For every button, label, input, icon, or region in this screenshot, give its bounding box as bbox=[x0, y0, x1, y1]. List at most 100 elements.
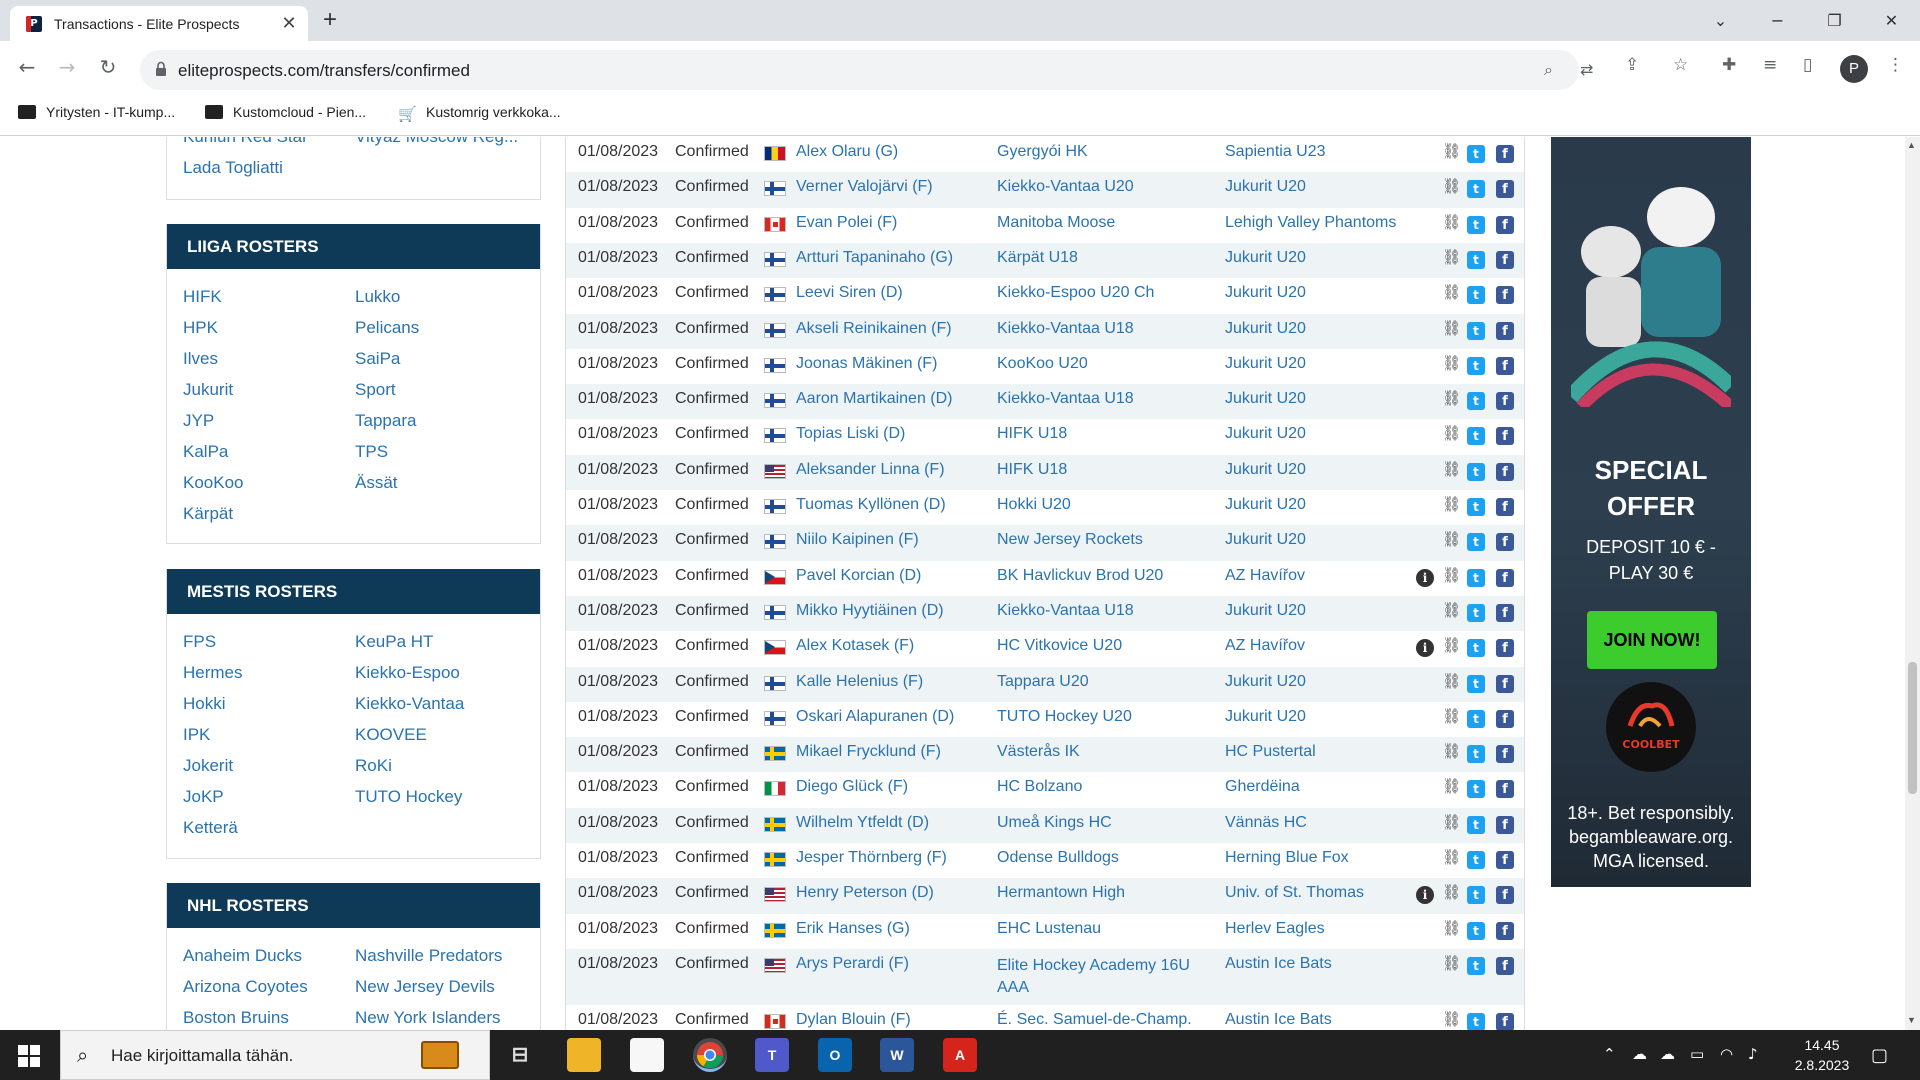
facebook-share-icon[interactable]: f bbox=[1496, 886, 1514, 905]
twitter-share-icon[interactable]: t bbox=[1467, 180, 1485, 199]
to-team-link[interactable]: Jukurit U20 bbox=[1225, 461, 1306, 479]
team-link[interactable]: Boston Bruins bbox=[183, 1008, 289, 1028]
info-icon[interactable]: i bbox=[1416, 886, 1434, 905]
to-team-link[interactable]: Jukurit U20 bbox=[1225, 249, 1306, 267]
twitter-share-icon[interactable]: t bbox=[1467, 427, 1485, 446]
from-team-link[interactable]: Kiekko-Vantaa U20 bbox=[997, 178, 1134, 196]
facebook-share-icon[interactable]: f bbox=[1496, 145, 1514, 163]
twitter-share-icon[interactable]: t bbox=[1467, 709, 1485, 728]
player-link[interactable]: Verner Valojärvi (F) bbox=[796, 178, 933, 196]
team-link[interactable]: KalPa bbox=[183, 442, 228, 462]
team-link[interactable]: New York Islanders bbox=[355, 1008, 501, 1028]
from-team-link[interactable]: Kiekko-Vantaa U18 bbox=[997, 390, 1134, 408]
twitter-share-icon[interactable]: t bbox=[1467, 462, 1485, 481]
player-link[interactable]: Niilo Kaipinen (F) bbox=[796, 531, 919, 549]
link-icon[interactable]: ⛓ bbox=[1442, 424, 1461, 442]
twitter-share-icon[interactable]: t bbox=[1467, 851, 1485, 869]
word-icon[interactable]: W bbox=[880, 1038, 914, 1072]
team-link[interactable]: IPK bbox=[183, 725, 210, 745]
from-team-link[interactable]: HIFK U18 bbox=[997, 461, 1067, 479]
player-link[interactable]: Joonas Mäkinen (F) bbox=[796, 355, 937, 373]
to-team-link[interactable]: Gherdëina bbox=[1225, 778, 1300, 796]
team-link[interactable]: TUTO Hockey bbox=[355, 787, 462, 807]
team-link[interactable]: JoKP bbox=[183, 787, 224, 807]
twitter-share-icon[interactable]: t bbox=[1467, 674, 1485, 693]
bookmark-star-icon[interactable]: ☆ bbox=[1673, 55, 1688, 75]
facebook-share-icon[interactable]: f bbox=[1496, 780, 1514, 799]
team-link[interactable]: Ketterä bbox=[183, 818, 238, 838]
team-link[interactable]: Kärpät bbox=[183, 504, 233, 524]
to-team-link[interactable]: Jukurit U20 bbox=[1225, 425, 1306, 443]
twitter-share-icon[interactable]: t bbox=[1467, 886, 1485, 905]
to-team-link[interactable]: Jukurit U20 bbox=[1225, 284, 1306, 302]
twitter-share-icon[interactable]: t bbox=[1467, 321, 1485, 340]
to-team-link[interactable]: AZ Havířov bbox=[1225, 637, 1305, 655]
from-team-link[interactable]: Tappara U20 bbox=[997, 673, 1089, 691]
info-icon[interactable]: i bbox=[1416, 639, 1434, 658]
facebook-share-icon[interactable]: f bbox=[1496, 356, 1514, 375]
from-team-link[interactable]: Kiekko-Espoo U20 Ch bbox=[997, 284, 1154, 302]
scroll-up-icon[interactable]: ▲ bbox=[1907, 140, 1916, 150]
link-icon[interactable]: ⛓ bbox=[1442, 177, 1461, 195]
team-link[interactable]: KooKoo bbox=[183, 473, 244, 493]
join-now-button[interactable]: JOIN NOW! bbox=[1587, 611, 1717, 669]
tab-close-icon[interactable]: ✕ bbox=[278, 13, 300, 34]
twitter-share-icon[interactable]: t bbox=[1467, 286, 1485, 305]
to-team-link[interactable]: Austin Ice Bats bbox=[1225, 955, 1332, 973]
twitter-share-icon[interactable]: t bbox=[1467, 603, 1485, 622]
twitter-share-icon[interactable]: t bbox=[1467, 921, 1485, 940]
reload-icon[interactable]: ↻ bbox=[94, 55, 122, 79]
page-scrollbar[interactable]: ▲ ▼ bbox=[1905, 137, 1920, 1030]
extensions-icon[interactable]: ✚ bbox=[1722, 55, 1736, 75]
twitter-share-icon[interactable]: t bbox=[1467, 533, 1485, 552]
lock-icon[interactable] bbox=[155, 61, 167, 77]
team-link[interactable]: Tappara bbox=[355, 411, 416, 431]
team-link[interactable]: HPK bbox=[183, 318, 218, 338]
player-link[interactable]: Evan Polei (F) bbox=[796, 214, 897, 232]
team-link[interactable]: Hermes bbox=[183, 663, 243, 683]
to-team-link[interactable]: Jukurit U20 bbox=[1225, 673, 1306, 691]
window-restore-button[interactable]: ❐ bbox=[1806, 0, 1863, 41]
to-team-link[interactable]: Univ. of St. Thomas bbox=[1225, 884, 1364, 902]
teams-icon[interactable]: T bbox=[755, 1038, 789, 1072]
player-link[interactable]: Topias Liski (D) bbox=[796, 425, 905, 443]
from-team-link[interactable]: HC Bolzano bbox=[997, 778, 1082, 796]
to-team-link[interactable]: Jukurit U20 bbox=[1225, 390, 1306, 408]
link-icon[interactable]: ⛓ bbox=[1442, 248, 1461, 266]
player-link[interactable]: Alex Olaru (G) bbox=[796, 143, 898, 161]
link-icon[interactable]: ⛓ bbox=[1442, 213, 1461, 231]
player-link[interactable]: Pavel Korcian (D) bbox=[796, 567, 921, 585]
from-team-link[interactable]: Manitoba Moose bbox=[997, 214, 1115, 232]
volume-icon[interactable]: ♪ bbox=[1748, 1045, 1758, 1063]
from-team-link[interactable]: Västerås IK bbox=[997, 743, 1080, 761]
link-icon[interactable]: ⛓ bbox=[1442, 601, 1461, 619]
clock-time[interactable]: 14.45 bbox=[1794, 1037, 1850, 1053]
team-link[interactable]: Anaheim Ducks bbox=[183, 946, 302, 966]
link-icon[interactable]: ⛓ bbox=[1442, 566, 1461, 584]
battery-icon[interactable]: ▭ bbox=[1690, 1045, 1704, 1063]
bookmark-item[interactable]: Kustomcloud - Pien... bbox=[205, 104, 366, 120]
acrobat-icon[interactable]: A bbox=[943, 1038, 977, 1072]
player-link[interactable]: Alex Kotasek (F) bbox=[796, 637, 914, 655]
team-link[interactable]: HIFK bbox=[183, 287, 222, 307]
taskbar-search-input[interactable]: ⌕ Hae kirjoittamalla tähän. bbox=[60, 1030, 490, 1080]
link-icon[interactable]: ⛓ bbox=[1442, 919, 1461, 937]
link-icon[interactable]: ⛓ bbox=[1442, 495, 1461, 513]
player-link[interactable]: Artturi Tapaninaho (G) bbox=[796, 249, 953, 267]
to-team-link[interactable]: Sapientia U23 bbox=[1225, 143, 1326, 161]
to-team-link[interactable]: Vännäs HC bbox=[1225, 814, 1307, 832]
twitter-share-icon[interactable]: t bbox=[1467, 956, 1485, 975]
twitter-share-icon[interactable]: t bbox=[1467, 568, 1485, 587]
twitter-share-icon[interactable]: t bbox=[1467, 639, 1485, 658]
link-icon[interactable]: ⛓ bbox=[1442, 954, 1461, 972]
player-link[interactable]: Wilhelm Ytfeldt (D) bbox=[796, 814, 929, 832]
player-link[interactable]: Dylan Blouin (F) bbox=[796, 1011, 911, 1029]
twitter-share-icon[interactable]: t bbox=[1467, 215, 1485, 234]
facebook-share-icon[interactable]: f bbox=[1496, 815, 1514, 834]
team-link[interactable]: Arizona Coyotes bbox=[183, 977, 308, 997]
facebook-share-icon[interactable]: f bbox=[1496, 709, 1514, 728]
player-link[interactable]: Leevi Siren (D) bbox=[796, 284, 903, 302]
player-link[interactable]: Aaron Martikainen (D) bbox=[796, 390, 953, 408]
link-icon[interactable]: ⛓ bbox=[1442, 707, 1461, 725]
from-team-link[interactable]: BK Havlickuv Brod U20 bbox=[997, 567, 1163, 585]
